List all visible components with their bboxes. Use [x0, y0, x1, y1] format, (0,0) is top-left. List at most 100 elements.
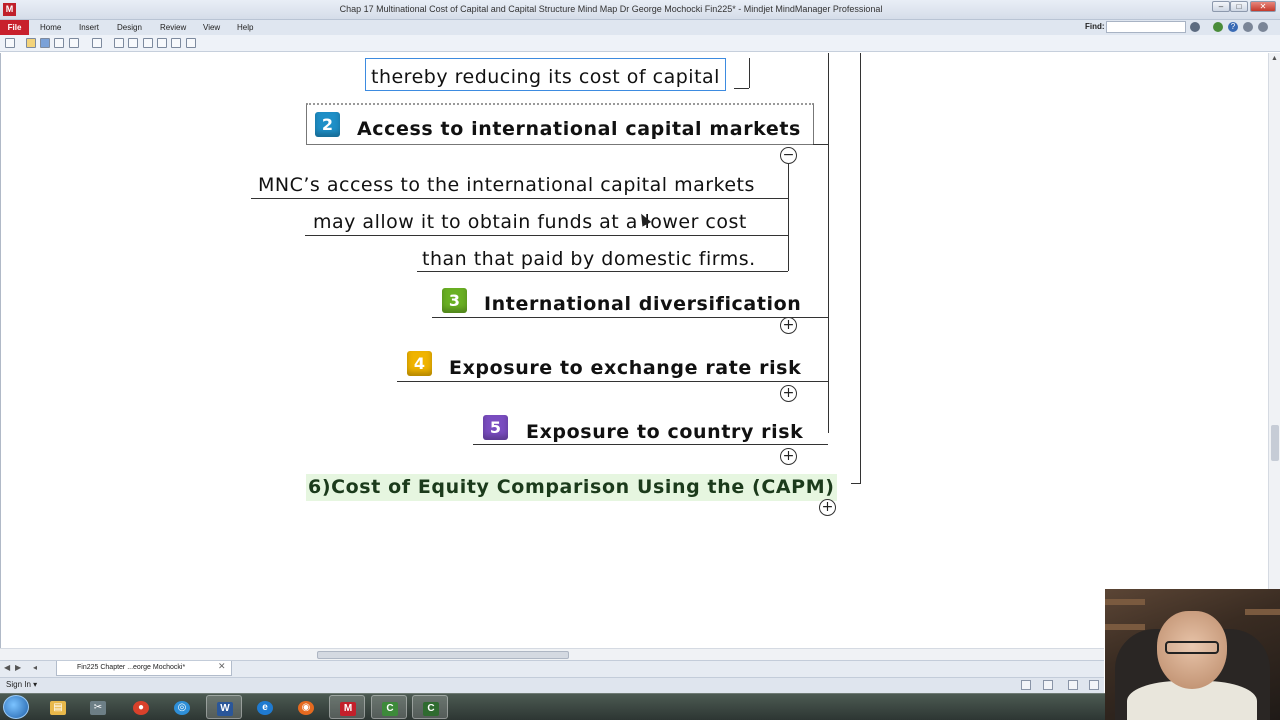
document-tab[interactable]: Fin225 Chapter ...eorge Mochocki* [56, 661, 232, 676]
topic-label: Access to international capital markets [357, 118, 801, 140]
priority-4-icon: 4 [407, 351, 432, 376]
layout-icon[interactable] [1021, 680, 1031, 690]
find-label: Find: [1085, 22, 1105, 31]
taskbar-camtasia[interactable]: C [412, 695, 448, 719]
taskbar-internet-explorer[interactable]: e [247, 695, 283, 719]
priority-5-icon: 5 [483, 415, 508, 440]
taskbar-snipping-tool[interactable]: ✂ [80, 695, 116, 719]
expand-toggle[interactable]: + [819, 499, 836, 516]
taskbar-explorer[interactable]: ▤ [40, 695, 76, 719]
expand-toggle[interactable]: + [780, 385, 797, 402]
vertical-scrollbar[interactable]: ▲ ▼ [1268, 53, 1280, 648]
word-icon: W [217, 702, 233, 716]
topic-international-diversification[interactable]: International diversification [484, 293, 801, 315]
bookshelf [1105, 599, 1145, 605]
folder-icon: ▤ [50, 701, 66, 715]
vertical-scroll-thumb[interactable] [1271, 425, 1279, 461]
window-title: Chap 17 Multinational Cost of Capital an… [339, 4, 883, 14]
horizontal-scroll-thumb[interactable] [317, 651, 569, 659]
subtopic-icon[interactable] [128, 38, 138, 48]
new-document-icon[interactable] [5, 38, 15, 48]
firefox-icon: ◉ [298, 701, 314, 715]
maximize-button[interactable]: □ [1230, 1, 1248, 12]
webcam-overlay [1105, 589, 1280, 720]
topic-underline [473, 444, 828, 445]
main-topic-capm[interactable]: 6)Cost of Equity Comparison Using the (C… [306, 474, 837, 501]
help-icon[interactable]: ? [1228, 22, 1238, 32]
insert-topic-icon[interactable] [114, 38, 124, 48]
filter-icon[interactable] [1043, 680, 1053, 690]
topic-country-risk[interactable]: Exposure to country risk [526, 421, 803, 443]
save-icon[interactable] [40, 38, 50, 48]
taskbar-chrome[interactable]: ● [123, 695, 159, 719]
camtasia-recorder-icon: C [382, 702, 398, 716]
online-icon[interactable] [1213, 22, 1223, 32]
tab-file[interactable]: File [0, 20, 29, 35]
trunk-line [828, 53, 829, 433]
bookshelf [1105, 624, 1145, 630]
collapse-toggle[interactable]: − [780, 147, 797, 164]
topic-underline [397, 381, 828, 382]
bookshelf [1245, 609, 1280, 615]
ribbon-minimize-icon[interactable] [1243, 22, 1253, 32]
title-bar: M Chap 17 Multinational Cost of Capital … [0, 0, 1280, 20]
connector-line [851, 483, 861, 484]
taskbar-firefox[interactable]: ◉ [288, 695, 324, 719]
scroll-up-icon[interactable]: ▲ [1271, 55, 1278, 62]
priority-2-icon: 2 [315, 112, 340, 137]
taskbar-word[interactable]: W [206, 695, 242, 719]
tab-home[interactable]: Home [40, 23, 61, 32]
zoom-icon[interactable] [1068, 680, 1078, 690]
priority-3-icon: 3 [442, 288, 467, 313]
callout-icon[interactable] [143, 38, 153, 48]
subtopic-underline [251, 198, 788, 199]
open-folder-icon[interactable] [26, 38, 36, 48]
options-icon[interactable] [1190, 22, 1200, 32]
subtopic-underline [305, 235, 788, 236]
camtasia-icon: C [423, 702, 439, 716]
redo-icon[interactable] [92, 38, 102, 48]
doc-list-icon[interactable]: ◂ [33, 663, 37, 672]
mind-map-canvas[interactable]: thereby reducing its cost of capital 2 A… [0, 53, 1268, 648]
branch-line [788, 163, 789, 271]
subtopic-lower-cost[interactable]: may allow it to obtain funds at a lower … [313, 211, 747, 233]
tab-review[interactable]: Review [160, 23, 186, 32]
expand-toggle[interactable]: + [780, 317, 797, 334]
scissors-icon: ✂ [90, 701, 106, 715]
undo-icon[interactable] [69, 38, 79, 48]
sign-in-button[interactable]: Sign In ▾ [6, 680, 37, 689]
taskbar-camtasia-recorder[interactable]: C [371, 695, 407, 719]
subtopic-cost-of-capital[interactable]: thereby reducing its cost of capital [365, 58, 726, 91]
taskbar-globe-app[interactable]: ◎ [164, 695, 200, 719]
expand-toggle[interactable]: + [780, 448, 797, 465]
spelling-icon[interactable] [186, 38, 196, 48]
status-bar [0, 677, 1104, 693]
relationship-icon[interactable] [157, 38, 167, 48]
glasses [1165, 641, 1219, 654]
tab-insert[interactable]: Insert [79, 23, 99, 32]
boundary-icon[interactable] [171, 38, 181, 48]
previous-doc-icon[interactable]: ◀ [4, 663, 10, 672]
ribbon-restore-icon[interactable] [1258, 22, 1268, 32]
close-window-button[interactable]: ✕ [1250, 1, 1276, 12]
subtopic-mnc-access[interactable]: MNC’s access to the international capita… [258, 174, 755, 196]
find-input[interactable] [1106, 21, 1186, 33]
topic-exchange-rate-risk[interactable]: Exposure to exchange rate risk [449, 357, 801, 379]
subtopic-underline [417, 271, 788, 272]
save-all-icon[interactable] [54, 38, 64, 48]
trunk-line [860, 53, 861, 483]
taskbar-mindmanager[interactable]: M [329, 695, 365, 719]
start-button[interactable] [3, 695, 29, 719]
tab-design[interactable]: Design [117, 23, 142, 32]
globe-icon: ◎ [174, 701, 190, 715]
fit-map-icon[interactable] [1089, 680, 1099, 690]
subtopic-domestic-firms[interactable]: than that paid by domestic firms. [422, 248, 756, 270]
minimize-button[interactable]: – [1212, 1, 1230, 12]
tab-view[interactable]: View [203, 23, 220, 32]
close-document-tab-icon[interactable]: ✕ [218, 661, 226, 672]
next-doc-icon[interactable]: ▶ [15, 663, 21, 672]
subtopic-label: thereby reducing its cost of capital [371, 66, 720, 88]
document-tab-label: Fin225 Chapter ...eorge Mochocki* [77, 664, 186, 671]
tab-help[interactable]: Help [237, 23, 253, 32]
horizontal-scrollbar[interactable] [0, 648, 1104, 660]
